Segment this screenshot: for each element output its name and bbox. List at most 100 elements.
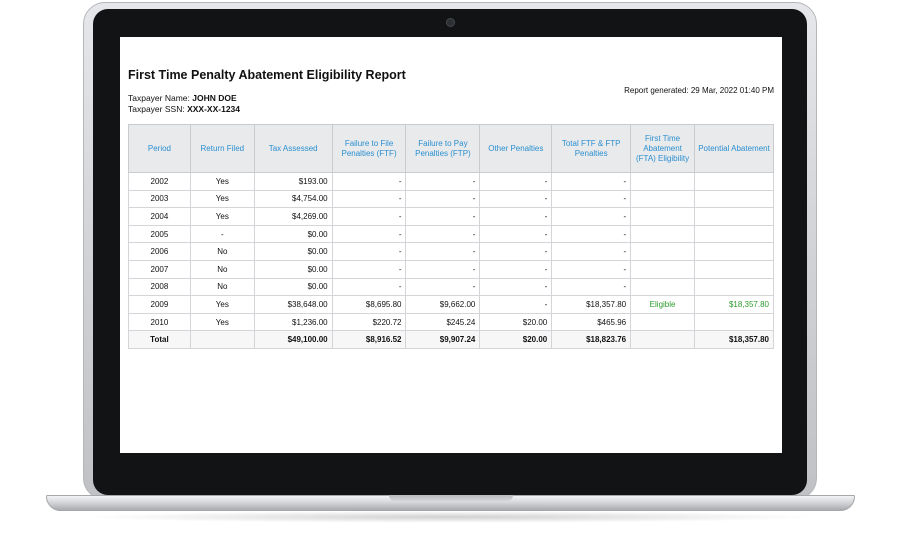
cell-potential-abatement — [694, 207, 774, 226]
cell-potential-abatement — [694, 224, 774, 244]
cell-total-penalties: - — [551, 207, 632, 226]
cell-tax-assessed: $0.00 — [253, 242, 333, 261]
cell-total-penalties: - — [551, 242, 632, 261]
cell-ftp: - — [405, 259, 481, 279]
header-fta-eligibility: First Time Abatement (FTA) Eligibility — [630, 124, 696, 173]
cell-total-penalties: - — [551, 172, 632, 191]
cell-fta-eligibility: Eligible — [630, 295, 696, 314]
cell-period: 2005 — [128, 224, 191, 244]
header-ftp-penalties: Failure to Pay Penalties (FTP) — [405, 124, 481, 173]
cell-total-penalties: - — [551, 259, 632, 279]
header-tax-assessed: Tax Assessed — [253, 124, 333, 173]
cell-other: - — [479, 277, 553, 297]
cell-potential-abatement — [694, 259, 774, 279]
cell-ftf: - — [331, 207, 407, 226]
header-return-filed: Return Filed — [189, 124, 255, 173]
cell-other: - — [479, 207, 553, 226]
cell-period: 2008 — [128, 277, 191, 297]
total-tax-assessed: $49,100.00 — [253, 330, 333, 349]
cell-fta-eligibility — [630, 224, 696, 244]
cell-ftp: - — [405, 224, 481, 244]
table-row: 2010 Yes $1,236.00 $220.72 $245.24 $20.0… — [128, 312, 774, 332]
cell-fta-eligibility — [630, 277, 696, 297]
cell-ftf: - — [331, 242, 407, 261]
cell-ftf: $8,695.80 — [331, 295, 407, 314]
table-row: 2002 Yes $193.00 - - - - — [128, 172, 774, 191]
taxpayer-name-row: Taxpayer Name: JOHN DOE — [128, 93, 240, 104]
taxpayer-name: JOHN DOE — [192, 93, 237, 103]
cell-other: - — [479, 189, 553, 209]
cell-period: 2004 — [128, 207, 191, 226]
cell-return-filed: No — [189, 259, 255, 279]
cell-potential-abatement — [694, 189, 774, 209]
cell-total-penalties: $18,357.80 — [551, 295, 632, 314]
table-row: 2006 No $0.00 - - - - — [128, 242, 774, 261]
cell-tax-assessed: $0.00 — [253, 259, 333, 279]
taxpayer-ssn-row: Taxpayer SSN: XXX-XX-1234 — [128, 104, 240, 115]
cell-ftp: - — [405, 189, 481, 209]
report-generated-timestamp: Report generated: 29 Mar, 2022 01:40 PM — [624, 86, 774, 95]
cell-other: - — [479, 242, 553, 261]
cell-potential-abatement — [694, 277, 774, 297]
cell-other: - — [479, 172, 553, 191]
cell-fta-eligibility — [630, 172, 696, 191]
cell-return-filed: Yes — [189, 207, 255, 226]
total-label: Total — [128, 330, 191, 349]
cell-fta-eligibility — [630, 312, 696, 332]
total-ftp: $9,907.24 — [405, 330, 481, 349]
total-potential-abatement: $18,357.80 — [694, 330, 774, 349]
total-return-filed — [189, 330, 255, 349]
cell-fta-eligibility — [630, 242, 696, 261]
header-period: Period — [128, 124, 191, 173]
table-row: 2007 No $0.00 - - - - — [128, 259, 774, 279]
taxpayer-ssn-label: Taxpayer SSN: — [128, 104, 185, 114]
taxpayer-ssn: XXX-XX-1234 — [187, 104, 240, 114]
cell-other: - — [479, 259, 553, 279]
cell-potential-abatement — [694, 172, 774, 191]
cell-ftf: - — [331, 259, 407, 279]
header-potential-abatement: Potential Abatement — [694, 124, 774, 173]
cell-period: 2002 — [128, 172, 191, 191]
cell-potential-abatement: $18,357.80 — [694, 295, 774, 314]
cell-return-filed: No — [189, 277, 255, 297]
cell-return-filed: - — [189, 224, 255, 244]
laptop-notch — [389, 495, 513, 501]
cell-period: 2003 — [128, 189, 191, 209]
taxpayer-name-label: Taxpayer Name: — [128, 93, 190, 103]
cell-other: - — [479, 224, 553, 244]
total-fta-eligibility — [630, 330, 696, 349]
cell-fta-eligibility — [630, 207, 696, 226]
header-other-penalties: Other Penalties — [479, 124, 553, 173]
cell-total-penalties: - — [551, 189, 632, 209]
cell-tax-assessed: $0.00 — [253, 277, 333, 297]
cell-tax-assessed: $4,754.00 — [253, 189, 333, 209]
cell-potential-abatement — [694, 312, 774, 332]
taxpayer-info: Taxpayer Name: JOHN DOE Taxpayer SSN: XX… — [128, 93, 240, 115]
cell-ftp: - — [405, 207, 481, 226]
table-row: 2008 No $0.00 - - - - — [128, 277, 774, 297]
total-other: $20.00 — [479, 330, 553, 349]
cell-return-filed: Yes — [189, 172, 255, 191]
cell-tax-assessed: $193.00 — [253, 172, 333, 191]
cell-ftp: - — [405, 277, 481, 297]
cell-period: 2007 — [128, 259, 191, 279]
cell-total-penalties: $465.96 — [551, 312, 632, 332]
laptop-shadow — [80, 511, 821, 523]
cell-ftf: $220.72 — [331, 312, 407, 332]
cell-return-filed: No — [189, 242, 255, 261]
cell-fta-eligibility — [630, 259, 696, 279]
table-row: 2009 Yes $38,648.00 $8,695.80 $9,662.00 … — [128, 295, 774, 314]
cell-tax-assessed: $4,269.00 — [253, 207, 333, 226]
cell-tax-assessed: $0.00 — [253, 224, 333, 244]
cell-ftp: - — [405, 172, 481, 191]
cell-period: 2010 — [128, 312, 191, 332]
header-ftf-penalties: Failure to File Penalties (FTF) — [331, 124, 407, 173]
cell-ftp: $9,662.00 — [405, 295, 481, 314]
cell-ftf: - — [331, 189, 407, 209]
table-row: 2005 - $0.00 - - - - — [128, 224, 774, 244]
cell-ftf: - — [331, 224, 407, 244]
table-row: 2004 Yes $4,269.00 - - - - — [128, 207, 774, 226]
cell-total-penalties: - — [551, 224, 632, 244]
cell-fta-eligibility — [630, 189, 696, 209]
header-total-penalties: Total FTF & FTP Penalties — [551, 124, 632, 173]
